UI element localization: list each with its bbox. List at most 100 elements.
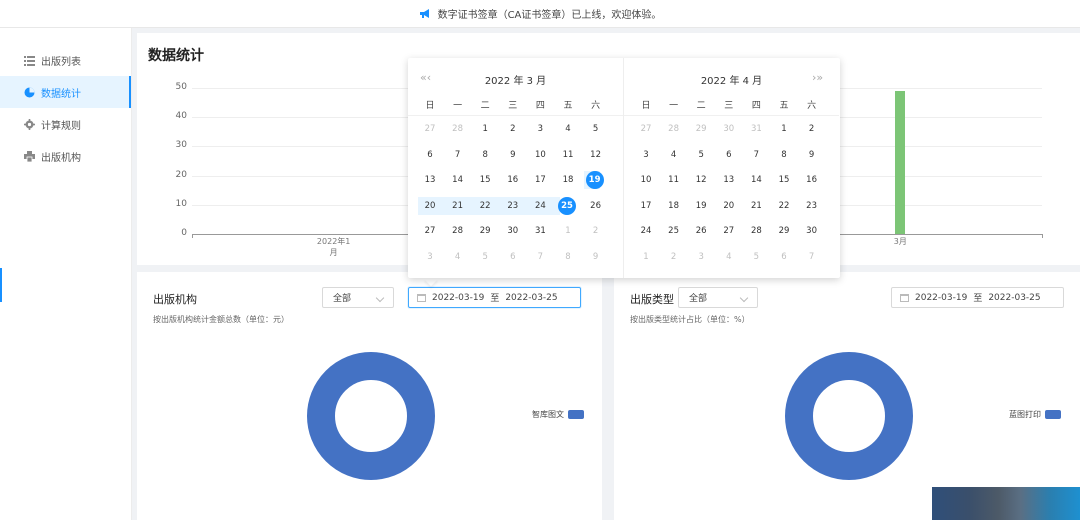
bar[interactable] [895,90,906,234]
calendar-day[interactable]: 4 [558,120,578,138]
calendar-day[interactable]: 21 [448,197,468,215]
calendar-day[interactable]: 28 [448,120,468,138]
weekday-label: 三 [724,101,734,111]
calendar-day[interactable]: 15 [475,171,495,189]
calendar-day[interactable]: 8 [558,248,578,266]
calendar-day[interactable]: 3 [691,248,711,266]
calendar-day[interactable]: 8 [475,146,495,164]
calendar-day[interactable]: 11 [664,171,684,189]
calendar-day[interactable]: 6 [420,146,440,164]
calendar-day[interactable]: 5 [691,146,711,164]
calendar-day[interactable]: 1 [475,120,495,138]
calendar-icon [900,293,909,302]
calendar-day[interactable]: 4 [448,248,468,266]
calendar-day[interactable]: 5 [746,248,766,266]
calendar-day[interactable]: 31 [746,120,766,138]
range-separator: 至 [973,294,983,304]
sidebar-item-publish-list[interactable]: 出版列表 [0,44,131,76]
calendar-day[interactable]: 15 [774,171,794,189]
calendar-day[interactable]: 29 [475,222,495,240]
calendar-day[interactable]: 24 [636,222,656,240]
calendar-day[interactable]: 3 [636,146,656,164]
calendar-day[interactable]: 4 [664,146,684,164]
y-tick-label: 40 [175,111,187,122]
calendar-day[interactable]: 27 [420,120,440,138]
calendar-day[interactable]: 19 [691,197,711,215]
card-subtitle: 按出版类型统计占比（单位：%） [630,315,750,324]
x-tick-label: 3月 [893,237,907,246]
calendar-day[interactable]: 8 [774,146,794,164]
calendar-day[interactable]: 21 [746,197,766,215]
calendar-day[interactable]: 5 [586,120,606,138]
calendar-day[interactable]: 18 [664,197,684,215]
calendar-day[interactable]: 20 [719,197,739,215]
calendar-day[interactable]: 6 [774,248,794,266]
calendar-day[interactable]: 12 [586,146,606,164]
institution-select[interactable]: 全部 [322,287,394,308]
calendar-day[interactable]: 22 [774,197,794,215]
calendar-day[interactable]: 2 [802,120,822,138]
calendar-day[interactable]: 6 [503,248,523,266]
calendar-day[interactable]: 22 [475,197,495,215]
calendar-day[interactable]: 25 [664,222,684,240]
sidebar-item-institutions[interactable]: 出版机构 [0,140,131,172]
range-start: 2022-03-19 [432,292,485,303]
calendar-day[interactable]: 27 [420,222,440,240]
calendar-day[interactable]: 24 [530,197,550,215]
calendar-day[interactable]: 31 [530,222,550,240]
calendar-day[interactable]: 9 [503,146,523,164]
calendar-day[interactable]: 9 [802,146,822,164]
calendar-day[interactable]: 7 [448,146,468,164]
calendar-day[interactable]: 13 [420,171,440,189]
calendar-day[interactable]: 7 [746,146,766,164]
type-select[interactable]: 全部 [678,287,758,308]
calendar-day[interactable]: 30 [802,222,822,240]
calendar-day[interactable]: 5 [475,248,495,266]
calendar-day[interactable]: 27 [636,120,656,138]
calendar-day[interactable]: 2 [586,222,606,240]
sidebar-item-statistics[interactable]: 数据统计 [0,76,131,108]
calendar-day[interactable]: 11 [558,146,578,164]
calendar-day[interactable]: 19 [585,171,604,189]
calendar-day[interactable]: 10 [530,146,550,164]
calendar-day[interactable]: 23 [802,197,822,215]
calendar-day[interactable]: 9 [586,248,606,266]
calendar-day[interactable]: 6 [719,146,739,164]
calendar-day[interactable]: 29 [774,222,794,240]
calendar-day[interactable]: 14 [448,171,468,189]
calendar-day[interactable]: 14 [746,171,766,189]
sidebar-item-rules[interactable]: 计算规则 [0,108,131,140]
calendar-day[interactable]: 12 [691,171,711,189]
calendar-day[interactable]: 3 [530,120,550,138]
calendar-day[interactable]: 2 [503,120,523,138]
calendar-day[interactable]: 28 [746,222,766,240]
calendar-day[interactable]: 17 [636,197,656,215]
calendar-day[interactable]: 7 [530,248,550,266]
calendar-day[interactable]: 25 [558,196,576,215]
calendar-day[interactable]: 20 [420,197,440,215]
calendar-day[interactable]: 13 [719,171,739,189]
calendar-day[interactable]: 16 [503,171,523,189]
calendar-day[interactable]: 17 [530,171,550,189]
calendar-day[interactable]: 27 [719,222,739,240]
calendar-day[interactable]: 26 [691,222,711,240]
calendar-day[interactable]: 16 [802,171,822,189]
calendar-day[interactable]: 23 [503,197,523,215]
calendar-day[interactable]: 10 [636,171,656,189]
calendar-day[interactable]: 28 [448,222,468,240]
calendar-day[interactable]: 28 [664,120,684,138]
calendar-day[interactable]: 7 [802,248,822,266]
date-range-input[interactable]: 2022-03-19 至 2022-03-25 [408,287,581,308]
calendar-day[interactable]: 2 [664,248,684,266]
calendar-day[interactable]: 4 [719,248,739,266]
calendar-day[interactable]: 26 [586,197,606,215]
calendar-day[interactable]: 29 [691,120,711,138]
calendar-day[interactable]: 30 [719,120,739,138]
calendar-day[interactable]: 30 [503,222,523,240]
calendar-day[interactable]: 3 [420,248,440,266]
calendar-day[interactable]: 1 [636,248,656,266]
calendar-day[interactable]: 18 [558,171,578,189]
calendar-day[interactable]: 1 [558,222,578,240]
calendar-day[interactable]: 1 [774,120,794,138]
date-range-input[interactable]: 2022-03-19 至 2022-03-25 [891,287,1064,308]
